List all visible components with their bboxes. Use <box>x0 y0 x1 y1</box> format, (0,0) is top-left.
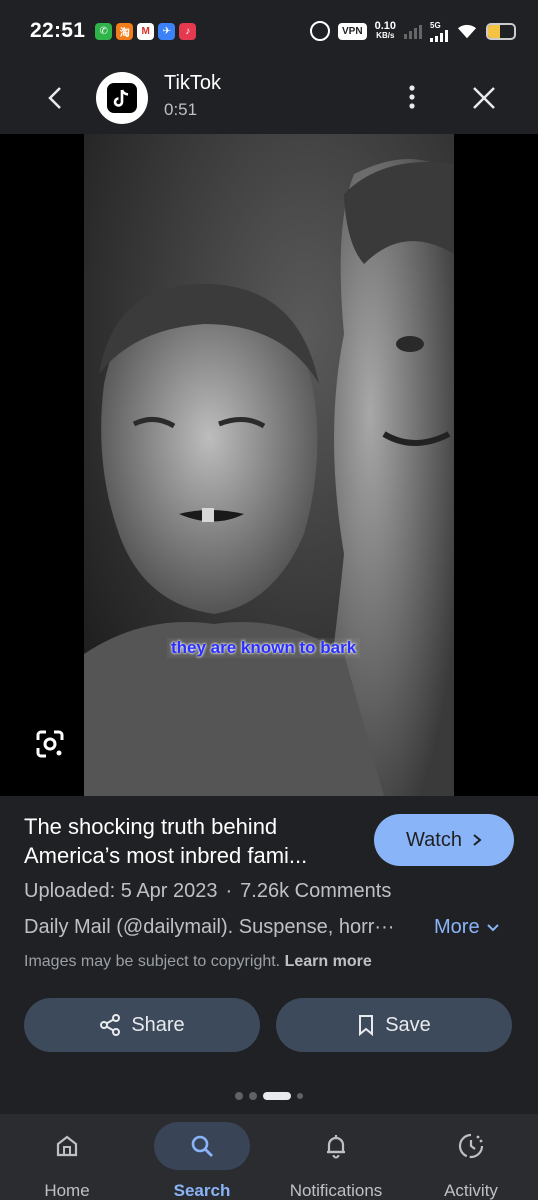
viewer-header: TikTok 0:51 <box>0 62 538 134</box>
source-name: TikTok <box>164 72 222 94</box>
share-button[interactable]: Share <box>24 998 260 1052</box>
copyright-notice: Images may be subject to copyright. Lear… <box>24 953 372 971</box>
watch-button[interactable]: Watch <box>374 814 514 866</box>
comment-count: 7.26k Comments <box>240 880 392 902</box>
search-icon <box>191 1135 213 1157</box>
chevron-down-icon <box>486 923 499 931</box>
back-button[interactable] <box>44 84 66 112</box>
video-duration: 0:51 <box>164 100 198 119</box>
bell-icon <box>327 1135 345 1159</box>
page-dot <box>249 1092 257 1100</box>
history-icon <box>458 1133 484 1159</box>
copyright-text: Images may be subject to copyright. <box>24 953 281 970</box>
notification-icons: ✆ 淘 M ✈ ♪ <box>95 22 197 40</box>
video-player[interactable]: they are known to bark <box>0 134 538 796</box>
nav-notifications[interactable]: Notifications <box>276 1122 396 1200</box>
video-caption: they are known to bark <box>167 638 361 658</box>
page-indicator <box>0 1092 538 1100</box>
share-icon <box>100 1014 121 1036</box>
nav-notifications-label: Notifications <box>289 1181 383 1200</box>
network-speed: 0.10 KB/s <box>374 20 396 41</box>
more-options-icon[interactable] <box>402 82 422 112</box>
more-button[interactable]: More <box>434 916 500 939</box>
alarm-icon <box>310 21 331 41</box>
tiktok-icon: ♪ <box>179 22 197 40</box>
save-label: Save <box>385 1013 431 1036</box>
video-frame[interactable] <box>84 134 454 796</box>
page-dot <box>235 1092 243 1100</box>
gmail-icon: M <box>137 22 155 40</box>
wechat-icon: ✆ <box>95 22 113 40</box>
share-label: Share <box>131 1013 185 1036</box>
status-time: 22:51 <box>30 19 86 42</box>
close-icon[interactable] <box>470 84 498 112</box>
result-meta: Uploaded: 5 Apr 2023 · 7.26k Comments <box>24 880 391 903</box>
result-description: Daily Mail (@dailymail). Suspense, horr·… <box>24 916 395 938</box>
google-lens-icon[interactable] <box>34 728 66 760</box>
page-dot <box>297 1093 303 1099</box>
nav-home-label: Home <box>44 1181 90 1200</box>
signal-sim1-icon <box>404 23 422 39</box>
page-dot-active <box>263 1092 291 1100</box>
upload-date: Uploaded: 5 Apr 2023 <box>24 880 218 902</box>
wifi-icon <box>458 24 476 39</box>
video-thumbnail-image <box>84 134 454 796</box>
chevron-right-icon <box>473 834 482 846</box>
nav-search[interactable]: Search <box>142 1122 262 1200</box>
feishu-icon: ✈ <box>158 22 176 40</box>
bottom-navigation: Home Search Notifications Activity <box>0 1114 538 1200</box>
result-title[interactable]: The shocking truth behind America’s most… <box>24 812 364 870</box>
watch-label: Watch <box>406 828 462 851</box>
signal-5g-icon: 5G <box>430 21 448 42</box>
save-button[interactable]: Save <box>276 998 512 1052</box>
status-bar: 22:51 ✆ 淘 M ✈ ♪ VPN 0.10 KB/s 5G <box>0 0 538 62</box>
meta-separator: · <box>225 880 233 902</box>
tiktok-logo-icon <box>96 72 148 124</box>
taobao-icon: 淘 <box>116 22 134 40</box>
nav-activity[interactable]: Activity <box>411 1122 531 1200</box>
home-icon <box>56 1135 78 1157</box>
nav-activity-label: Activity <box>444 1181 498 1200</box>
battery-icon <box>486 22 516 40</box>
nav-search-label: Search <box>173 1181 231 1200</box>
more-label: More <box>434 916 480 938</box>
vpn-badge: VPN <box>338 22 367 40</box>
nav-home[interactable]: Home <box>7 1122 127 1200</box>
learn-more-link[interactable]: Learn more <box>285 953 372 970</box>
bookmark-icon <box>359 1015 374 1036</box>
